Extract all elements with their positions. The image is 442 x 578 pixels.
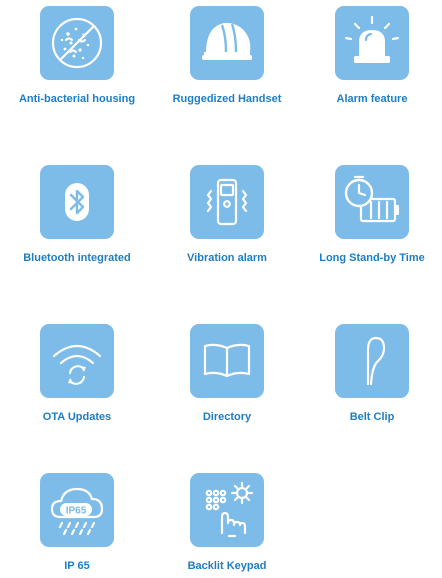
- vibrating-phone-icon: [190, 165, 264, 239]
- feature-bluetooth: Bluetooth integrated: [2, 165, 152, 265]
- feature-label: OTA Updates: [42, 411, 112, 423]
- bluetooth-icon: [40, 165, 114, 239]
- feature-label: IP 65: [64, 560, 90, 572]
- feature-anti-bacterial: Anti-bacterial housing: [2, 6, 152, 106]
- feature-alarm: Alarm feature: [297, 6, 442, 106]
- open-book-icon: [190, 324, 264, 398]
- feature-label: Alarm feature: [336, 93, 408, 105]
- feature-label: Long Stand-by Time: [319, 252, 425, 264]
- feature-ruggedized: Ruggedized Handset: [152, 6, 302, 106]
- feature-label: Bluetooth integrated: [23, 252, 131, 264]
- feature-ip65: IP65 IP 65: [2, 473, 152, 573]
- feature-label: Vibration alarm: [187, 252, 267, 264]
- wifi-sync-icon: [40, 324, 114, 398]
- feature-ota: OTA Updates: [2, 324, 152, 424]
- feature-vibration: Vibration alarm: [152, 165, 302, 265]
- feature-standby: Long Stand-by Time: [297, 165, 442, 265]
- feature-directory: Directory: [152, 324, 302, 424]
- clock-battery-icon: [335, 165, 409, 239]
- feature-belt-clip: Belt Clip: [297, 324, 442, 424]
- feature-label: Backlit Keypad: [187, 560, 267, 572]
- belt-clip-icon: [335, 324, 409, 398]
- hard-hat-icon: [190, 6, 264, 80]
- feature-label: Belt Clip: [349, 411, 395, 423]
- feature-grid: Anti-bacterial housing Ruggedized Handse…: [0, 0, 442, 578]
- ip65-icon-text: IP65: [66, 506, 87, 517]
- feature-backlit-keypad: Backlit Keypad: [152, 473, 302, 573]
- feature-label: Directory: [202, 411, 252, 423]
- anti-bacterial-icon: [40, 6, 114, 80]
- feature-label: Anti-bacterial housing: [18, 93, 136, 105]
- alarm-light-icon: [335, 6, 409, 80]
- backlit-keypad-icon: [190, 473, 264, 547]
- feature-label: Ruggedized Handset: [172, 93, 282, 105]
- rain-cloud-icon: IP65: [40, 473, 114, 547]
